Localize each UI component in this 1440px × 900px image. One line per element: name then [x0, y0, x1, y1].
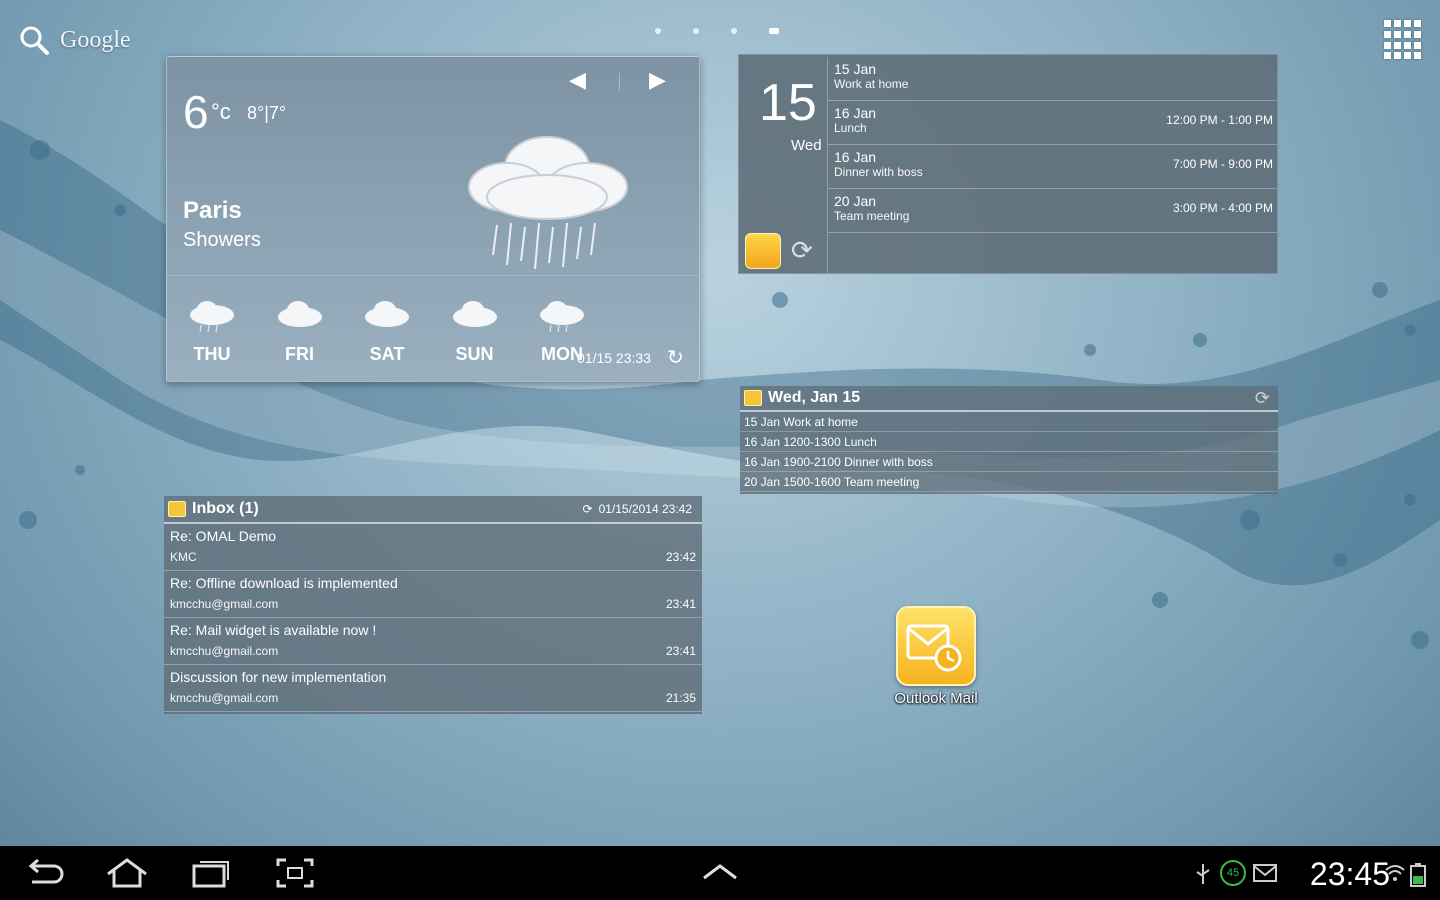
event-title: Work at home — [834, 77, 909, 91]
outlook-mail-app-icon — [896, 606, 976, 686]
sync-icon[interactable]: ⟳ — [583, 502, 593, 516]
weather-unit: °c — [211, 99, 231, 124]
google-search-bar[interactable]: Google — [18, 24, 131, 56]
inbox-header: Inbox (1) ⟳ 01/15/2014 23:42 — [164, 496, 702, 524]
calendar-day-name: Wed — [791, 137, 822, 154]
forecast-day: SUN — [440, 297, 510, 365]
weather-nav-divider — [619, 73, 620, 91]
page-indicator — [655, 28, 779, 34]
screenshot-icon[interactable] — [274, 856, 316, 890]
weather-temperature: 6 — [183, 86, 209, 138]
envelope-clock-icon — [906, 624, 962, 672]
page-dot — [655, 28, 661, 34]
cloud-icon — [365, 301, 409, 327]
calendar-list-row[interactable]: 15 Jan Work at home — [740, 412, 1278, 432]
system-navigation-bar: 45 23:45 — [0, 846, 1440, 900]
battery-saver-badge: 45 — [1220, 860, 1246, 886]
weather-next-button[interactable]: ▶ — [649, 67, 666, 93]
event-time: 12:00 PM - 1:00 PM — [1166, 113, 1273, 127]
recent-apps-icon[interactable] — [190, 856, 232, 890]
event-time: 7:00 PM - 9:00 PM — [1172, 157, 1273, 171]
calendar-event-list: 15 Jan Work at home 16 Jan Lunch 12:00 P… — [827, 57, 1277, 273]
calendar-list-row[interactable]: 16 Jan 1200-1300 Lunch — [740, 432, 1278, 452]
calendar-agenda-widget[interactable]: 15 Wed 15 Jan Work at home 16 Jan Lunch … — [738, 54, 1278, 274]
wifi-icon — [1385, 865, 1405, 881]
search-icon — [20, 26, 49, 55]
event-time: 3:00 PM - 4:00 PM — [1172, 201, 1273, 215]
calendar-day-number: 15 — [759, 74, 817, 132]
refresh-icon[interactable]: ↻ — [667, 345, 684, 370]
weather-range: 8°|7° — [247, 103, 287, 123]
forecast-day: SAT — [352, 297, 422, 365]
forecast-day-label: FRI — [285, 344, 314, 364]
calendar-list-row[interactable]: 16 Jan 1900-2100 Dinner with boss — [740, 452, 1278, 472]
home-icon[interactable] — [104, 856, 150, 890]
mail-item[interactable]: Re: Offline download is implemented kmcc… — [164, 571, 702, 618]
mail-time: 23:42 — [665, 550, 696, 564]
mail-item[interactable]: Discussion for new implementation kmcchu… — [164, 665, 702, 712]
weather-prev-button[interactable]: ◀ — [569, 67, 586, 93]
mail-folder-icon — [168, 501, 186, 517]
sync-icon[interactable]: ⟳ — [1255, 388, 1270, 409]
mail-sender: KMC — [170, 550, 197, 564]
page-dot — [731, 28, 737, 34]
inbox-widget[interactable]: Inbox (1) ⟳ 01/15/2014 23:42 Re: OMAL De… — [164, 496, 702, 714]
chevron-up-icon[interactable] — [700, 860, 740, 884]
usb-icon — [1196, 864, 1210, 884]
forecast-day-label: SAT — [369, 344, 405, 364]
weather-updated-time: 01/15 23:33 — [577, 350, 651, 366]
cloud-icon — [452, 301, 497, 327]
calendar-list-row[interactable]: 20 Jan 1500-1600 Team meeting — [740, 472, 1278, 492]
calendar-event[interactable]: 15 Jan Work at home — [828, 57, 1277, 101]
weather-widget[interactable]: 6 °c 8°|7° ◀ ▶ Paris Showers THU FRI SAT… — [166, 56, 700, 382]
battery-icon — [1410, 863, 1426, 887]
calendar-list-title: Wed, Jan 15 — [768, 389, 861, 406]
forecast-day: FRI — [265, 297, 335, 365]
mail-subject: Re: OMAL Demo — [170, 528, 277, 544]
inbox-sync-status: ⟳ 01/15/2014 23:42 — [583, 502, 692, 516]
email-notification-icon — [1253, 864, 1277, 882]
calendar-event[interactable]: 20 Jan Team meeting 3:00 PM - 4:00 PM — [828, 189, 1277, 233]
forecast-day-label: THU — [193, 344, 231, 364]
calendar-folder-icon — [744, 390, 762, 406]
mail-subject: Re: Mail widget is available now ! — [170, 622, 377, 638]
calendar-event[interactable]: 16 Jan Dinner with boss 7:00 PM - 9:00 P… — [828, 145, 1277, 189]
sync-icon[interactable]: ⟳ — [791, 235, 813, 266]
weather-condition: Showers — [183, 229, 261, 251]
mail-sender: kmcchu@gmail.com — [170, 644, 279, 658]
rain-cloud-icon — [540, 301, 584, 333]
calendar-app-icon[interactable] — [745, 233, 781, 269]
mail-time: 23:41 — [665, 597, 696, 611]
outlook-mail-label: Outlook Mail — [894, 690, 978, 707]
inbox-timestamp: 01/15/2014 23:42 — [598, 502, 692, 516]
mail-subject: Re: Offline download is implemented — [170, 575, 398, 591]
mail-item[interactable]: Re: Mail widget is available now ! kmcch… — [164, 618, 702, 665]
forecast-day: THU — [177, 297, 247, 365]
weather-forecast: THU FRI SAT SUN MON — [177, 297, 597, 365]
mail-time: 21:35 — [665, 691, 696, 705]
calendar-event[interactable]: 16 Jan Lunch 12:00 PM - 1:00 PM — [828, 101, 1277, 145]
forecast-day-label: SUN — [455, 344, 494, 364]
google-search-label: Google — [60, 26, 131, 53]
status-clock: 23:45 — [1309, 856, 1390, 892]
calendar-list-header: Wed, Jan 15 ⟳ — [740, 386, 1278, 412]
mail-sender: kmcchu@gmail.com — [170, 597, 279, 611]
rain-cloud-icon — [190, 301, 234, 333]
mail-time: 23:41 — [665, 644, 696, 658]
mail-item[interactable]: Re: OMAL Demo KMC 23:42 — [164, 524, 702, 571]
back-icon[interactable] — [24, 856, 64, 890]
weather-divider — [167, 275, 699, 276]
weather-city: Paris — [183, 197, 242, 224]
page-dot-active — [769, 28, 779, 34]
outlook-mail-shortcut[interactable]: Outlook Mail — [884, 606, 988, 707]
mail-subject: Discussion for new implementation — [170, 669, 387, 685]
rain-cloud-icon — [468, 136, 628, 270]
calendar-list-widget[interactable]: Wed, Jan 15 ⟳ 15 Jan Work at home 16 Jan… — [740, 386, 1278, 494]
page-dot — [693, 28, 699, 34]
apps-grid-icon[interactable] — [1384, 20, 1424, 60]
event-date: 15 Jan — [834, 61, 877, 77]
inbox-title: Inbox (1) — [192, 500, 259, 517]
mail-sender: kmcchu@gmail.com — [170, 691, 279, 705]
cloud-icon — [277, 301, 322, 327]
